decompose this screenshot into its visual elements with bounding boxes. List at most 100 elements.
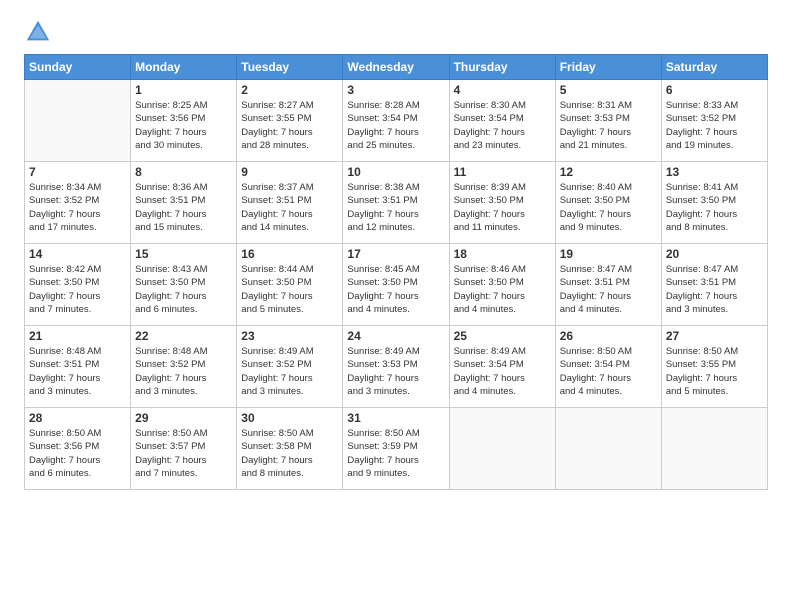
day-info: Sunrise: 8:50 AM Sunset: 3:54 PM Dayligh… [560, 345, 657, 398]
day-cell: 3 Sunrise: 8:28 AM Sunset: 3:54 PM Daylig… [343, 80, 449, 162]
day-cell: 19Sunrise: 8:47 AM Sunset: 3:51 PM Dayli… [555, 244, 661, 326]
day-cell [555, 408, 661, 490]
day-number: 16 [241, 247, 338, 261]
day-number: 29 [135, 411, 232, 425]
page: SundayMondayTuesdayWednesdayThursdayFrid… [0, 0, 792, 612]
day-info: Sunrise: 8:40 AM Sunset: 3:50 PM Dayligh… [560, 181, 657, 234]
day-number: 17 [347, 247, 444, 261]
day-cell: 17 Sunrise: 8:45 AM Sunset: 3:50 PM Dayli… [343, 244, 449, 326]
day-cell: 31 Sunrise: 8:50 AM Sunset: 3:59 PM Dayli… [343, 408, 449, 490]
day-info: Sunrise: 8:41 AM Sunset: 3:50 PM Dayligh… [666, 181, 763, 234]
day-number: 3 [347, 83, 444, 97]
day-cell: 18 Sunrise: 8:46 AM Sunset: 3:50 PM Dayli… [449, 244, 555, 326]
day-cell: 16 Sunrise: 8:44 AM Sunset: 3:50 PM Dayli… [237, 244, 343, 326]
day-number: 5 [560, 83, 657, 97]
day-cell: 28 Sunrise: 8:50 AM Sunset: 3:56 PM Dayli… [25, 408, 131, 490]
day-info: Sunrise: 8:43 AM Sunset: 3:50 PM Dayligh… [135, 263, 232, 316]
day-info: Sunrise: 8:33 AM Sunset: 3:52 PM Dayligh… [666, 99, 763, 152]
header-row: SundayMondayTuesdayWednesdayThursdayFrid… [25, 55, 768, 80]
day-cell: 27Sunrise: 8:50 AM Sunset: 3:55 PM Dayli… [661, 326, 767, 408]
day-cell: 30 Sunrise: 8:50 AM Sunset: 3:58 PM Dayli… [237, 408, 343, 490]
day-cell: 9 Sunrise: 8:37 AM Sunset: 3:51 PM Daylig… [237, 162, 343, 244]
day-info: Sunrise: 8:50 AM Sunset: 3:57 PM Dayligh… [135, 427, 232, 480]
day-info: Sunrise: 8:25 AM Sunset: 3:56 PM Dayligh… [135, 99, 232, 152]
day-info: Sunrise: 8:47 AM Sunset: 3:51 PM Dayligh… [666, 263, 763, 316]
day-info: Sunrise: 8:44 AM Sunset: 3:50 PM Dayligh… [241, 263, 338, 316]
day-number: 27 [666, 329, 763, 343]
day-cell: 4 Sunrise: 8:30 AM Sunset: 3:54 PM Daylig… [449, 80, 555, 162]
day-cell: 21 Sunrise: 8:48 AM Sunset: 3:51 PM Dayli… [25, 326, 131, 408]
day-number: 26 [560, 329, 657, 343]
day-info: Sunrise: 8:45 AM Sunset: 3:50 PM Dayligh… [347, 263, 444, 316]
day-info: Sunrise: 8:42 AM Sunset: 3:50 PM Dayligh… [29, 263, 126, 316]
day-number: 6 [666, 83, 763, 97]
day-number: 8 [135, 165, 232, 179]
day-number: 20 [666, 247, 763, 261]
day-number: 21 [29, 329, 126, 343]
col-header-wednesday: Wednesday [343, 55, 449, 80]
day-info: Sunrise: 8:34 AM Sunset: 3:52 PM Dayligh… [29, 181, 126, 234]
week-row-5: 28 Sunrise: 8:50 AM Sunset: 3:56 PM Dayli… [25, 408, 768, 490]
logo [24, 18, 56, 46]
day-info: Sunrise: 8:50 AM Sunset: 3:59 PM Dayligh… [347, 427, 444, 480]
day-info: Sunrise: 8:50 AM Sunset: 3:56 PM Dayligh… [29, 427, 126, 480]
day-cell: 5 Sunrise: 8:31 AM Sunset: 3:53 PM Daylig… [555, 80, 661, 162]
day-number: 13 [666, 165, 763, 179]
week-row-3: 14 Sunrise: 8:42 AM Sunset: 3:50 PM Dayli… [25, 244, 768, 326]
col-header-thursday: Thursday [449, 55, 555, 80]
day-cell: 8Sunrise: 8:36 AM Sunset: 3:51 PM Daylig… [131, 162, 237, 244]
day-info: Sunrise: 8:30 AM Sunset: 3:54 PM Dayligh… [454, 99, 551, 152]
day-cell: 14 Sunrise: 8:42 AM Sunset: 3:50 PM Dayli… [25, 244, 131, 326]
day-info: Sunrise: 8:48 AM Sunset: 3:51 PM Dayligh… [29, 345, 126, 398]
day-cell: 12 Sunrise: 8:40 AM Sunset: 3:50 PM Dayli… [555, 162, 661, 244]
day-cell: 1 Sunrise: 8:25 AM Sunset: 3:56 PM Daylig… [131, 80, 237, 162]
day-cell: 23 Sunrise: 8:49 AM Sunset: 3:52 PM Dayli… [237, 326, 343, 408]
day-number: 7 [29, 165, 126, 179]
day-number: 1 [135, 83, 232, 97]
day-cell: 26 Sunrise: 8:50 AM Sunset: 3:54 PM Dayli… [555, 326, 661, 408]
day-info: Sunrise: 8:28 AM Sunset: 3:54 PM Dayligh… [347, 99, 444, 152]
day-cell: 25Sunrise: 8:49 AM Sunset: 3:54 PM Dayli… [449, 326, 555, 408]
col-header-tuesday: Tuesday [237, 55, 343, 80]
day-info: Sunrise: 8:47 AM Sunset: 3:51 PM Dayligh… [560, 263, 657, 316]
day-cell: 6 Sunrise: 8:33 AM Sunset: 3:52 PM Daylig… [661, 80, 767, 162]
day-number: 28 [29, 411, 126, 425]
day-info: Sunrise: 8:46 AM Sunset: 3:50 PM Dayligh… [454, 263, 551, 316]
day-cell [449, 408, 555, 490]
day-cell: 15 Sunrise: 8:43 AM Sunset: 3:50 PM Dayli… [131, 244, 237, 326]
header [24, 18, 768, 46]
day-cell: 11Sunrise: 8:39 AM Sunset: 3:50 PM Dayli… [449, 162, 555, 244]
day-number: 4 [454, 83, 551, 97]
day-info: Sunrise: 8:49 AM Sunset: 3:52 PM Dayligh… [241, 345, 338, 398]
day-info: Sunrise: 8:50 AM Sunset: 3:58 PM Dayligh… [241, 427, 338, 480]
day-info: Sunrise: 8:37 AM Sunset: 3:51 PM Dayligh… [241, 181, 338, 234]
day-cell: 7 Sunrise: 8:34 AM Sunset: 3:52 PM Daylig… [25, 162, 131, 244]
day-number: 9 [241, 165, 338, 179]
day-number: 14 [29, 247, 126, 261]
week-row-4: 21 Sunrise: 8:48 AM Sunset: 3:51 PM Dayli… [25, 326, 768, 408]
week-row-1: 1 Sunrise: 8:25 AM Sunset: 3:56 PM Daylig… [25, 80, 768, 162]
day-number: 24 [347, 329, 444, 343]
day-cell: 2Sunrise: 8:27 AM Sunset: 3:55 PM Daylig… [237, 80, 343, 162]
col-header-friday: Friday [555, 55, 661, 80]
day-info: Sunrise: 8:49 AM Sunset: 3:53 PM Dayligh… [347, 345, 444, 398]
day-number: 11 [454, 165, 551, 179]
day-cell [661, 408, 767, 490]
day-cell [25, 80, 131, 162]
day-number: 10 [347, 165, 444, 179]
day-cell: 13 Sunrise: 8:41 AM Sunset: 3:50 PM Dayli… [661, 162, 767, 244]
day-number: 15 [135, 247, 232, 261]
day-number: 31 [347, 411, 444, 425]
day-info: Sunrise: 8:38 AM Sunset: 3:51 PM Dayligh… [347, 181, 444, 234]
day-info: Sunrise: 8:31 AM Sunset: 3:53 PM Dayligh… [560, 99, 657, 152]
day-cell: 29 Sunrise: 8:50 AM Sunset: 3:57 PM Dayli… [131, 408, 237, 490]
day-cell: 20 Sunrise: 8:47 AM Sunset: 3:51 PM Dayli… [661, 244, 767, 326]
day-number: 23 [241, 329, 338, 343]
col-header-sunday: Sunday [25, 55, 131, 80]
col-header-monday: Monday [131, 55, 237, 80]
day-number: 12 [560, 165, 657, 179]
day-number: 18 [454, 247, 551, 261]
day-number: 30 [241, 411, 338, 425]
day-number: 25 [454, 329, 551, 343]
day-cell: 10 Sunrise: 8:38 AM Sunset: 3:51 PM Dayli… [343, 162, 449, 244]
